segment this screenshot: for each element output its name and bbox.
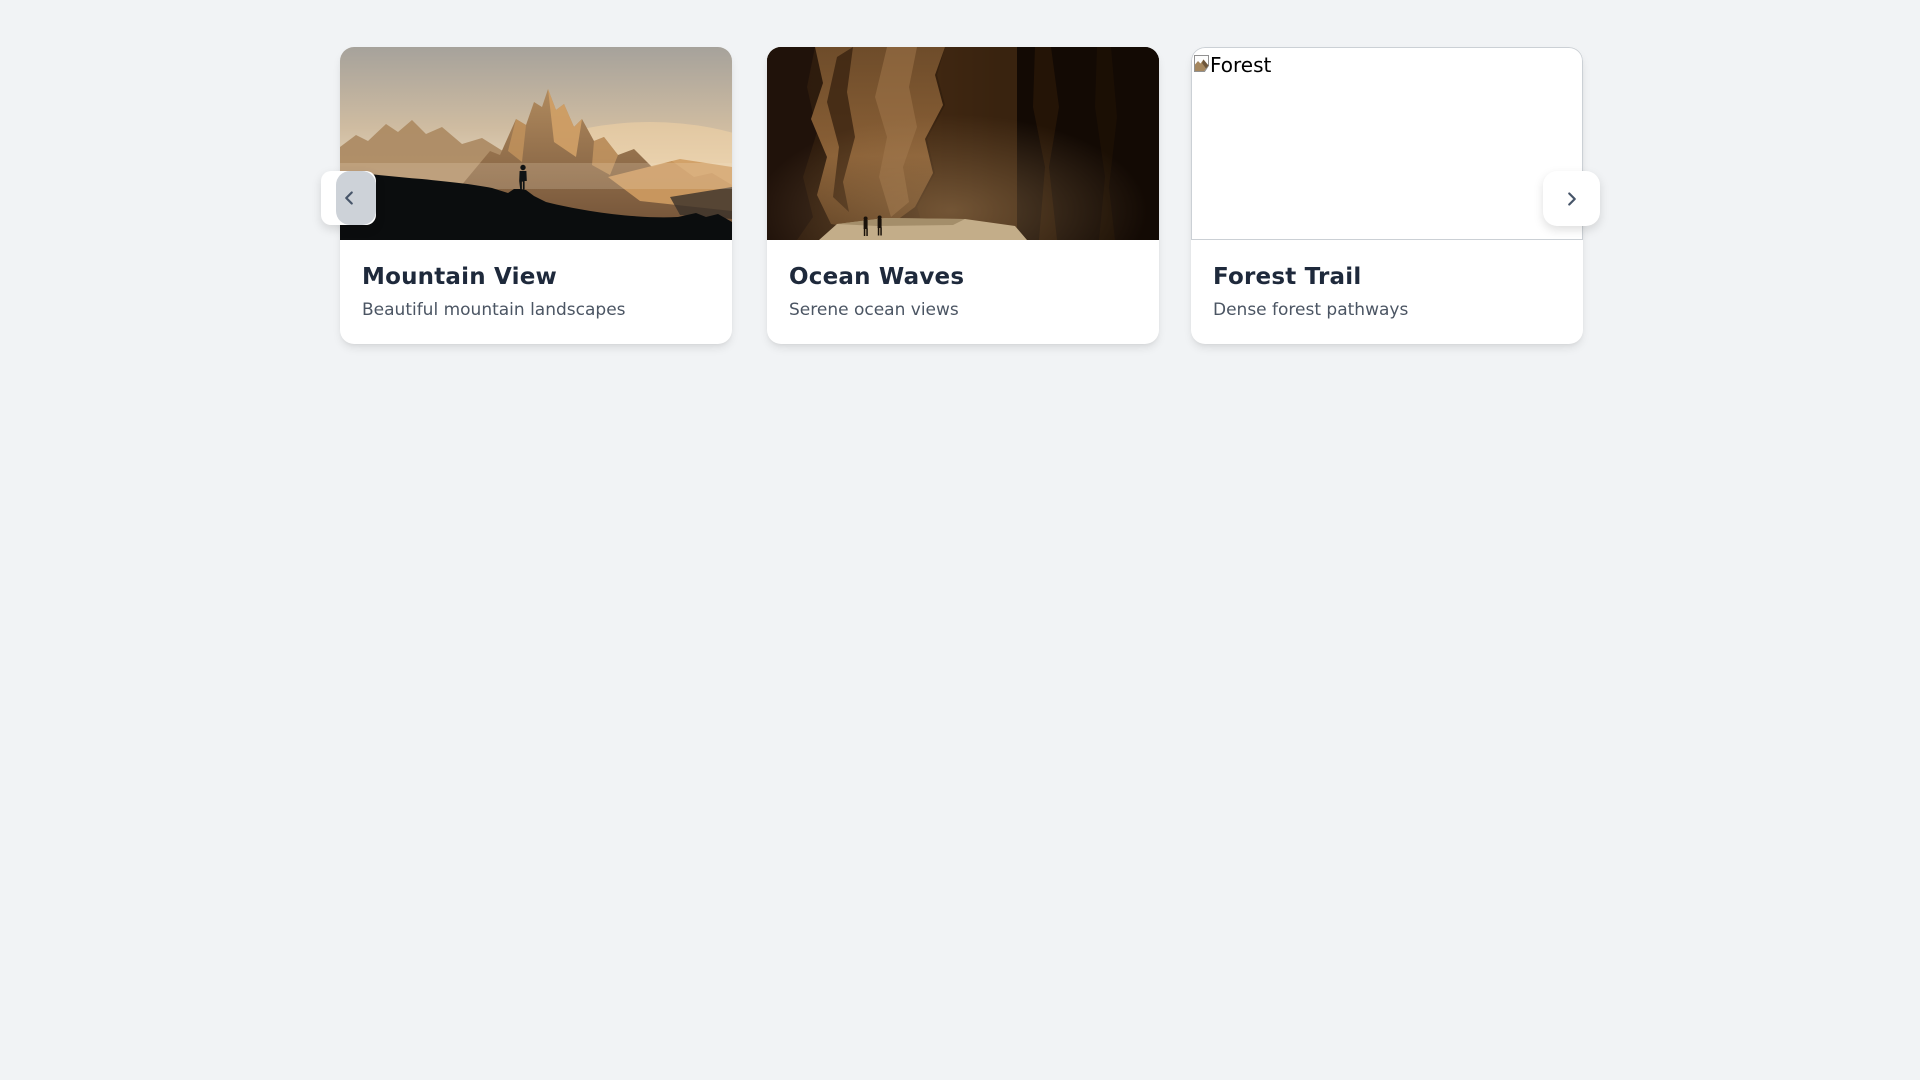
card-description: Beautiful mountain landscapes <box>362 300 626 320</box>
card-ocean-waves[interactable]: Ocean Waves Serene ocean views <box>767 47 1159 344</box>
card-body: Ocean Waves Serene ocean views <box>767 240 1159 320</box>
card-body: Forest Trail Dense forest pathways <box>1191 240 1583 320</box>
carousel-next-button[interactable] <box>1543 171 1600 226</box>
card-forest-trail[interactable]: Forest Forest Trail Dense forest pathway… <box>1191 47 1583 344</box>
card-body: Mountain View Beautiful mountain landsca… <box>340 240 732 320</box>
chevron-left-icon <box>344 191 353 205</box>
card-title: Mountain View <box>362 264 557 290</box>
broken-image-alt-text: Forest <box>1210 53 1272 77</box>
image-carousel: Mountain View Beautiful mountain landsca… <box>0 0 1920 420</box>
broken-image-icon <box>1194 55 1209 72</box>
page: { "page": { "background_color": "#f1f3f5… <box>0 0 1920 1080</box>
card-title: Ocean Waves <box>789 264 965 290</box>
card-mountain-view[interactable]: Mountain View Beautiful mountain landsca… <box>340 47 732 344</box>
ocean-waves-photo <box>767 47 1159 240</box>
card-title: Forest Trail <box>1213 264 1362 290</box>
card-description: Serene ocean views <box>789 300 959 320</box>
card-description: Dense forest pathways <box>1213 300 1409 320</box>
carousel-prev-button[interactable] <box>321 171 376 225</box>
mountain-view-photo <box>340 47 732 240</box>
forest-trail-broken-image: Forest <box>1191 47 1583 240</box>
chevron-right-icon <box>1567 191 1576 206</box>
